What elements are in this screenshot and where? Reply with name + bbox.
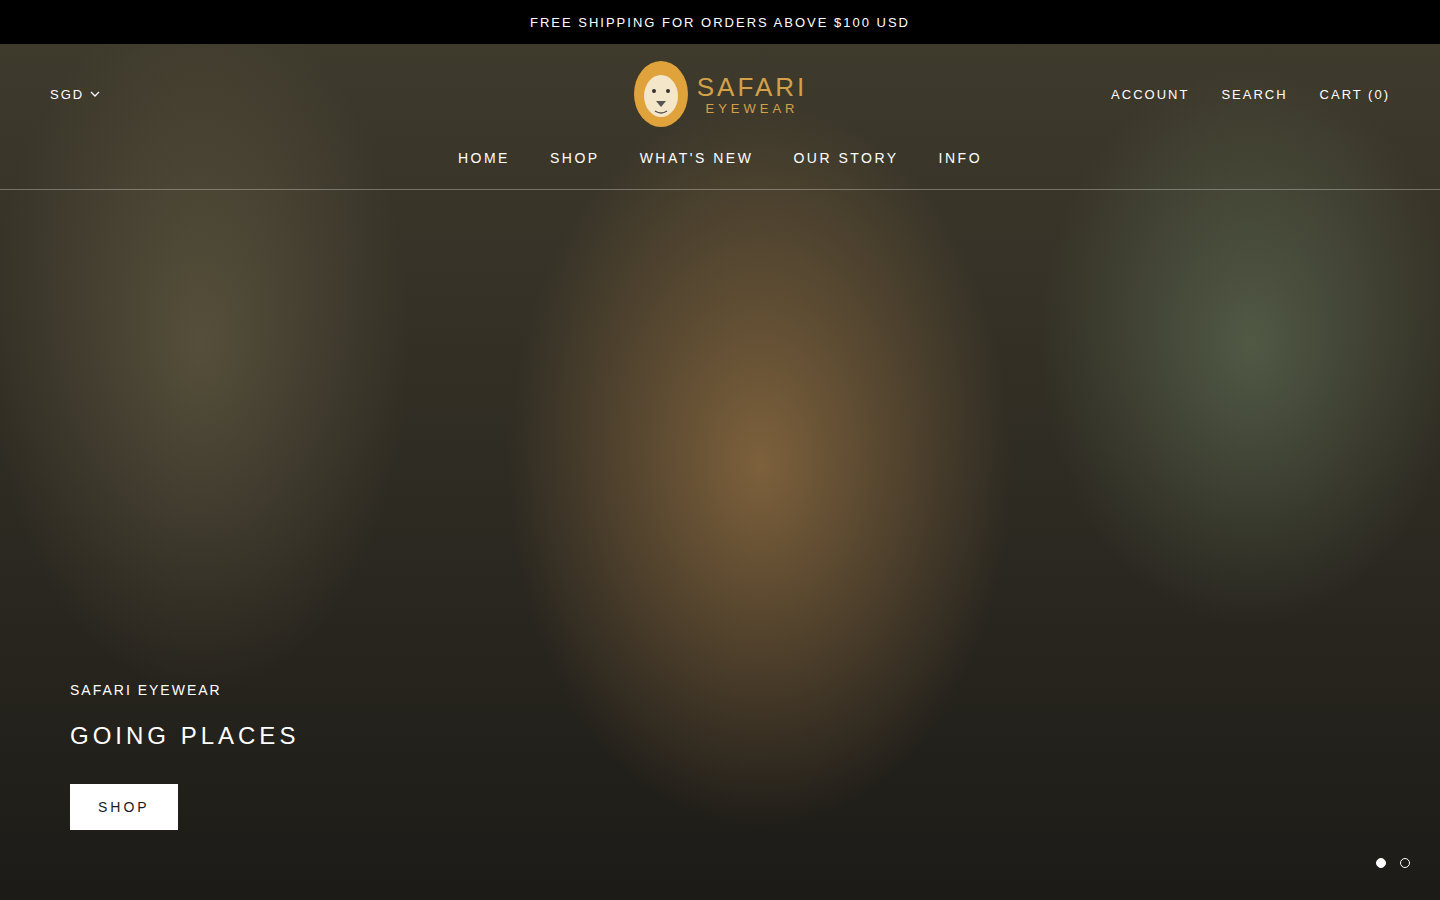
header-link[interactable]: CART (0) xyxy=(1320,87,1390,102)
header-top-row: SGD SAFARIEYEWEAR ACCOUNT SEARCH CART (0) xyxy=(0,44,1440,128)
nav-item[interactable]: SHOP xyxy=(550,150,600,166)
hero-title: GOING PLACES xyxy=(70,722,299,750)
chevron-down-icon xyxy=(90,91,100,97)
nav-item[interactable]: OUR STORY xyxy=(793,150,898,166)
nav-item[interactable]: INFO xyxy=(939,150,982,166)
header-links: ACCOUNT SEARCH CART (0) xyxy=(807,87,1390,102)
logo-text: SAFARIEYEWEAR xyxy=(697,74,807,115)
nav-item[interactable]: WHAT'S NEW xyxy=(640,150,754,166)
site-header: SGD SAFARIEYEWEAR ACCOUNT SEARCH CART (0) HOM… xyxy=(0,44,1440,190)
hero-caption: SAFARI EYEWEAR GOING PLACES SHOP xyxy=(0,682,1440,900)
shop-button[interactable]: SHOP xyxy=(70,784,178,830)
announcement-bar: FREE SHIPPING FOR ORDERS ABOVE $100 USD xyxy=(0,0,1440,44)
logo[interactable]: SAFARIEYEWEAR xyxy=(633,60,807,128)
hero-subtitle: SAFARI EYEWEAR xyxy=(70,682,222,698)
nav-item[interactable]: HOME xyxy=(458,150,510,166)
slide-dot[interactable] xyxy=(1376,858,1386,868)
lion-logo-icon xyxy=(633,60,689,128)
main-nav: HOME SHOP WHAT'S NEW OUR STORY INFO xyxy=(0,128,1440,189)
slide-dot[interactable] xyxy=(1400,858,1410,868)
currency-selector[interactable]: SGD xyxy=(50,87,633,102)
header-link[interactable]: ACCOUNT xyxy=(1111,87,1189,102)
page: FREE SHIPPING FOR ORDERS ABOVE $100 USD S… xyxy=(0,0,1440,900)
header-link[interactable]: SEARCH xyxy=(1221,87,1287,102)
slide-dots xyxy=(1376,858,1410,868)
hero-photo: SGD SAFARIEYEWEAR ACCOUNT SEARCH CART (0) HOM… xyxy=(0,44,1440,900)
